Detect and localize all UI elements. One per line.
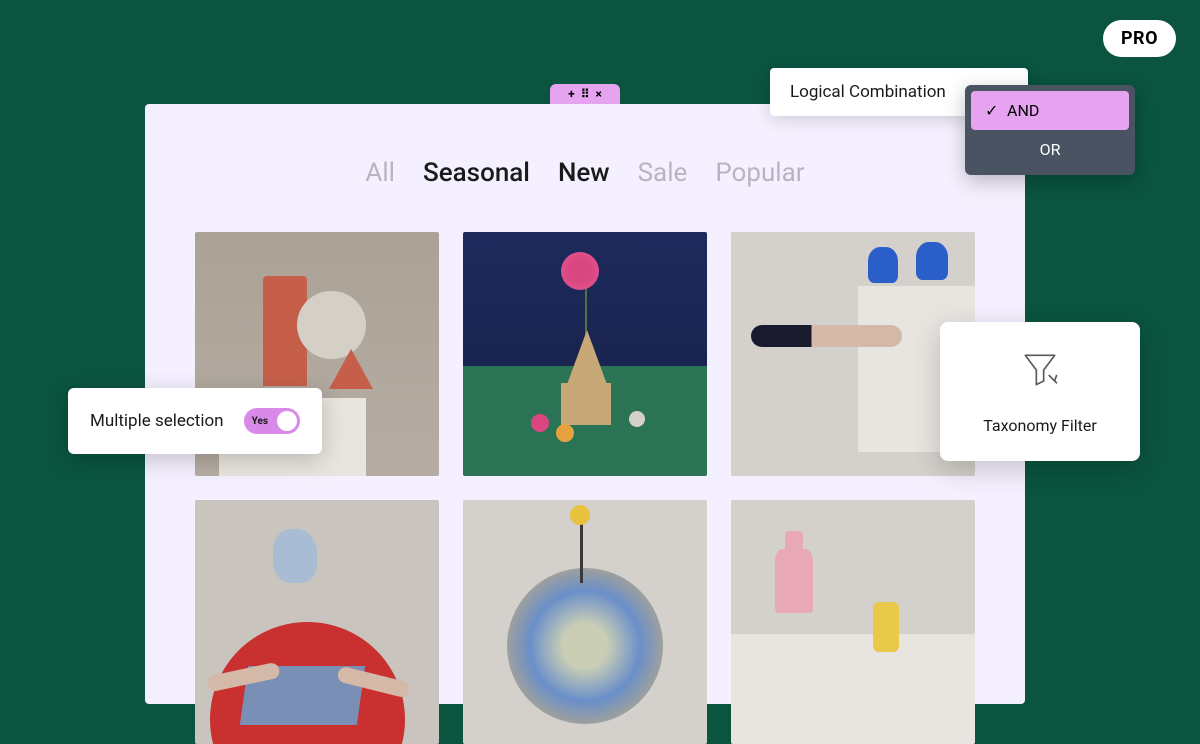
product-tile[interactable]: [731, 232, 975, 476]
multiple-selection-toggle[interactable]: Yes: [244, 408, 300, 434]
browser-tab-handle[interactable]: + ⠿ ×: [550, 84, 620, 104]
drag-icon: ⠿: [581, 87, 590, 101]
product-tile[interactable]: [731, 500, 975, 744]
product-tile[interactable]: [195, 500, 439, 744]
taxonomy-filter-card[interactable]: Taxonomy Filter: [940, 322, 1140, 461]
tab-seasonal[interactable]: Seasonal: [423, 158, 530, 188]
multiple-selection-card: Multiple selection Yes: [68, 388, 322, 454]
logic-option-and[interactable]: ✓ AND: [971, 91, 1129, 130]
logical-combination-label: Logical Combination: [790, 82, 946, 102]
toggle-knob: [277, 411, 297, 431]
product-tile[interactable]: [463, 500, 707, 744]
toggle-state-label: Yes: [252, 416, 268, 427]
taxonomy-filter-label: Taxonomy Filter: [983, 416, 1097, 435]
tab-new[interactable]: New: [558, 158, 610, 188]
tab-sale[interactable]: Sale: [638, 158, 688, 188]
logical-combination-dropdown: ✓ AND OR: [965, 85, 1135, 175]
category-tabs: All Seasonal New Sale Popular: [183, 158, 987, 188]
product-grid: [183, 232, 987, 744]
plus-icon: +: [568, 87, 575, 101]
filter-icon: [1018, 348, 1062, 396]
logic-option-label: OR: [1040, 140, 1061, 159]
pro-badge: PRO: [1103, 20, 1176, 57]
logic-option-label: AND: [1007, 101, 1039, 120]
close-icon[interactable]: ×: [595, 87, 601, 101]
logic-option-or[interactable]: OR: [971, 130, 1129, 169]
tab-popular[interactable]: Popular: [715, 158, 804, 188]
multiple-selection-label: Multiple selection: [90, 411, 224, 431]
product-tile[interactable]: [463, 232, 707, 476]
check-icon: ✓: [985, 101, 999, 120]
tab-all[interactable]: All: [365, 158, 395, 188]
